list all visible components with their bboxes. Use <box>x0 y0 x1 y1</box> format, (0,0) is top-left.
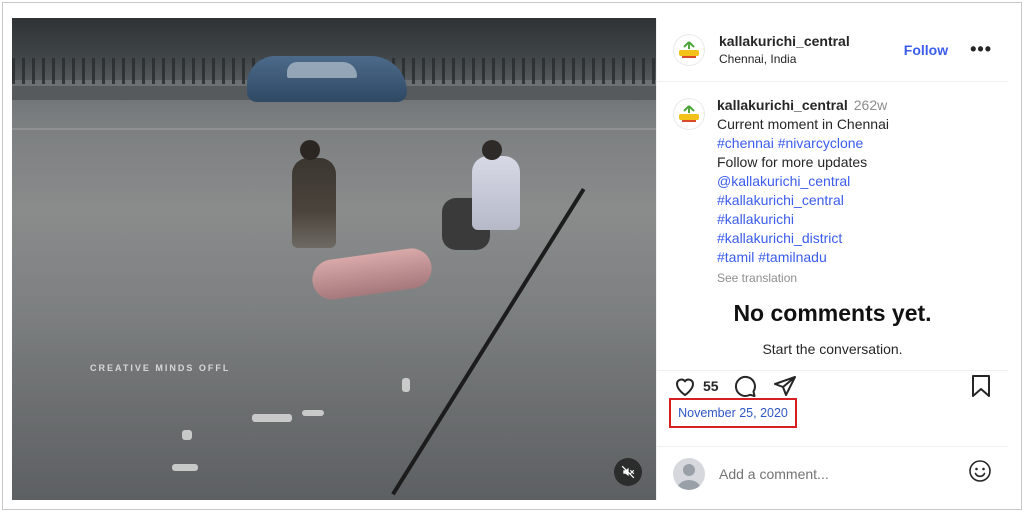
video-person-pushing <box>292 140 336 248</box>
video-car <box>247 56 407 102</box>
post-video[interactable]: CREATIVE MINDS OFFL <box>12 18 656 500</box>
smiley-icon <box>969 460 991 482</box>
avatar[interactable] <box>673 98 705 130</box>
video-fallen-scooter <box>309 245 435 303</box>
caption-username[interactable]: kallakurichi_central <box>717 97 848 113</box>
date-highlight-box: November 25, 2020 <box>669 398 797 428</box>
caption-hashtag[interactable]: #kallakurichi_central <box>717 191 889 210</box>
user-placeholder-icon <box>677 463 701 490</box>
instagram-post: CREATIVE MINDS OFFL kallakurichi_central… <box>12 18 1008 500</box>
video-person-riding <box>472 140 520 230</box>
comment-bar <box>657 446 1008 500</box>
comment-avatar <box>673 457 705 490</box>
video-debris <box>252 414 292 422</box>
header-username[interactable]: kallakurichi_central <box>719 33 850 49</box>
empty-comments-title: No comments yet. <box>733 300 932 326</box>
video-watermark: CREATIVE MINDS OFFL <box>90 363 231 373</box>
caption-body: kallakurichi_central 262w Current moment … <box>717 96 889 292</box>
save-button[interactable] <box>970 374 992 398</box>
caption-mention[interactable]: @kallakurichi_central <box>717 172 889 191</box>
like-button[interactable] <box>673 374 697 398</box>
caption-line: Follow for more updates <box>717 154 868 170</box>
account-logo-icon <box>679 40 699 58</box>
empty-comments: No comments yet. Start the conversation. <box>657 300 1008 357</box>
post-sidebar: kallakurichi_central Chennai, India Foll… <box>656 18 1008 500</box>
more-options-button[interactable]: ••• <box>970 39 992 60</box>
see-translation-link[interactable]: See translation <box>717 269 889 288</box>
heart-icon <box>675 378 695 396</box>
video-water-line <box>12 128 656 130</box>
caption-hashtag[interactable]: #kallakurichi <box>717 210 889 229</box>
header-names: kallakurichi_central Chennai, India <box>719 33 850 66</box>
avatar[interactable] <box>673 33 705 66</box>
comment-input[interactable] <box>719 465 939 482</box>
comment-button[interactable] <box>733 374 757 398</box>
speaker-muted-icon <box>621 465 635 479</box>
video-debris <box>172 464 198 471</box>
share-button[interactable] <box>773 374 797 398</box>
video-debris <box>182 430 192 440</box>
caption-hashtag[interactable]: #kallakurichi_district <box>717 229 889 248</box>
post-header: kallakurichi_central Chennai, India Foll… <box>657 18 1008 82</box>
video-debris <box>402 378 410 392</box>
caption-age: 262w <box>853 97 888 113</box>
post-caption: kallakurichi_central 262w Current moment … <box>657 82 1008 292</box>
bookmark-icon <box>972 374 990 397</box>
caption-hashtags[interactable]: #chennai #nivarcyclone <box>717 134 889 153</box>
caption-hashtags[interactable]: #tamil #tamilnadu <box>717 248 889 267</box>
mute-button[interactable] <box>614 458 642 486</box>
post-date[interactable]: November 25, 2020 <box>678 406 788 420</box>
share-icon <box>773 375 796 396</box>
comment-icon <box>734 375 756 397</box>
emoji-button[interactable] <box>968 459 992 488</box>
like-count[interactable]: 55 <box>703 378 719 394</box>
account-logo-icon <box>679 105 699 122</box>
action-bar: 55 <box>657 370 1008 400</box>
empty-comments-subtitle: Start the conversation. <box>762 341 903 357</box>
video-debris <box>302 410 324 416</box>
header-location[interactable]: Chennai, India <box>719 52 850 66</box>
follow-button[interactable]: Follow <box>904 42 948 58</box>
caption-line: Current moment in Chennai <box>717 116 889 132</box>
